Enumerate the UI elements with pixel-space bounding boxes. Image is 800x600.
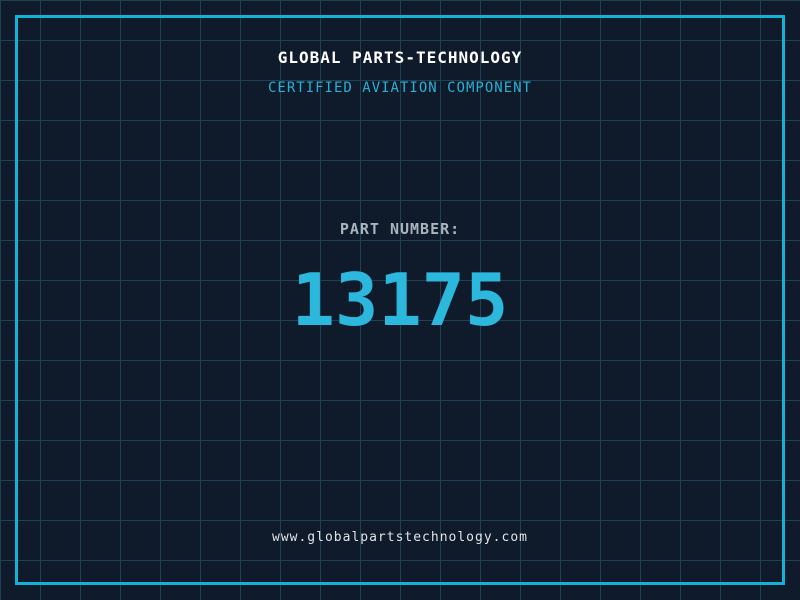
part-number-label: PART NUMBER: [339, 220, 461, 238]
blueprint-part-card: { "header": { "company_name": "GLOBAL PA… [0, 0, 800, 600]
part-number-value: 13175 [291, 258, 509, 342]
website-url: www.globalpartstechnology.com [272, 530, 528, 545]
certification-tagline: CERTIFIED AVIATION COMPONENT [267, 80, 532, 96]
company-name-title: GLOBAL PARTS-TECHNOLOGY [277, 48, 523, 67]
